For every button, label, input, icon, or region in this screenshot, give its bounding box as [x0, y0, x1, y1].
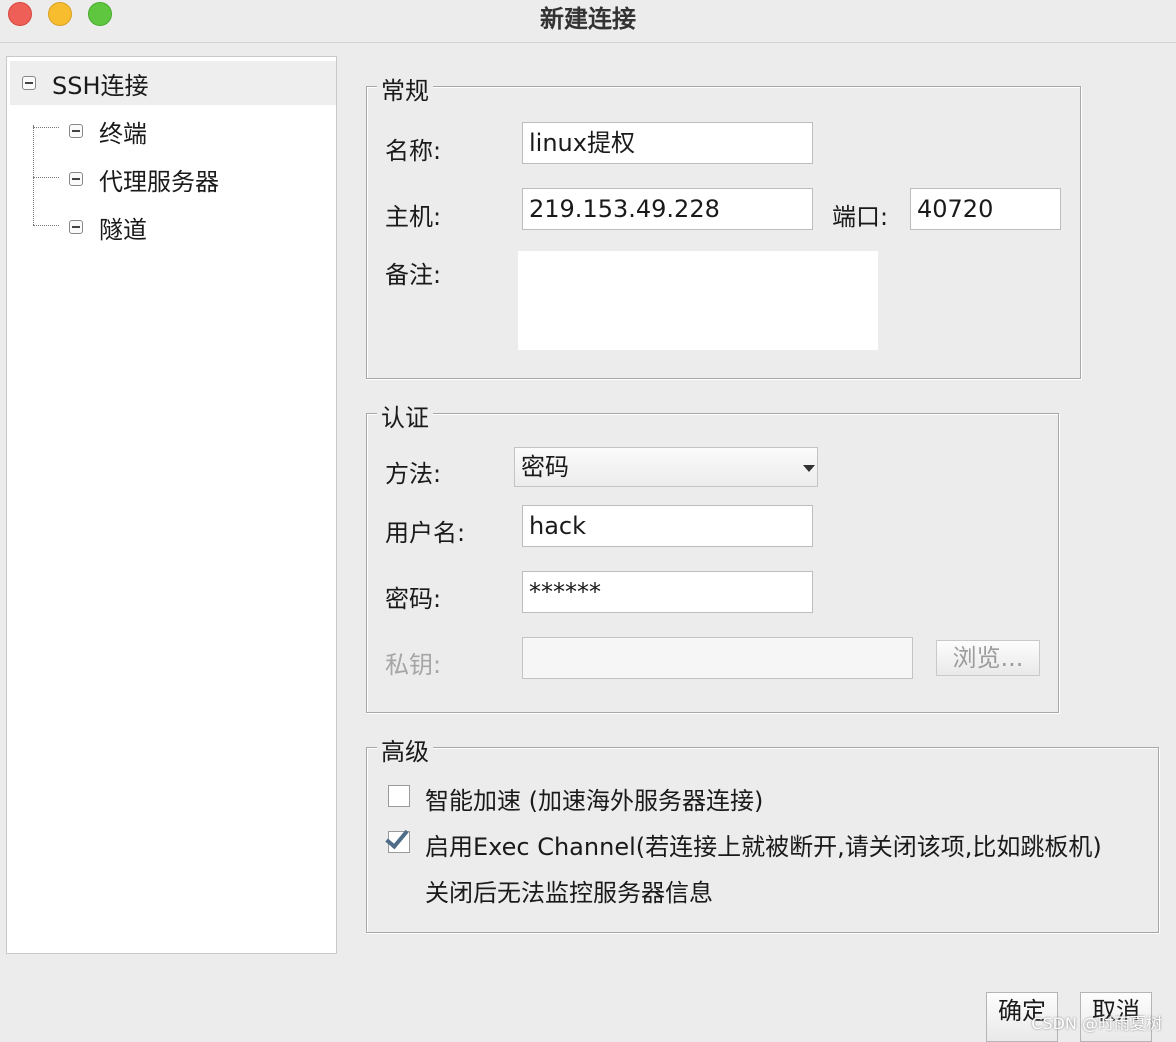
password-field[interactable]: ******: [522, 571, 813, 613]
general-legend: 常规: [377, 71, 433, 106]
name-field[interactable]: linux提权: [522, 122, 813, 164]
auth-legend: 认证: [377, 398, 433, 433]
watermark: CSDN @时雨夏树: [1031, 1014, 1162, 1033]
tree-item-tunnel[interactable]: 隧道: [69, 205, 147, 249]
window-title: 新建连接: [540, 5, 636, 33]
collapse-icon[interactable]: [69, 124, 83, 138]
host-label: 主机:: [385, 203, 442, 231]
private-key-label: 私钥:: [385, 651, 442, 679]
smart-accel-label: 智能加速 (加速海外服务器连接): [425, 787, 764, 815]
method-select-value: 密码: [521, 453, 569, 481]
exec-channel-checkbox[interactable]: [385, 824, 410, 853]
tree-item-label: SSH连接: [52, 71, 149, 100]
exec-channel-note: 关闭后无法监控服务器信息: [425, 879, 713, 907]
private-key-field[interactable]: [522, 637, 913, 679]
tree-item-label: 代理服务器: [99, 167, 219, 196]
tree-connector-line: [33, 125, 34, 225]
notes-field[interactable]: [518, 251, 878, 350]
method-select[interactable]: 密码: [514, 447, 818, 487]
method-label: 方法:: [385, 460, 442, 488]
host-field[interactable]: 219.153.49.228: [522, 188, 813, 230]
username-field[interactable]: hack: [522, 505, 813, 547]
browse-button[interactable]: 浏览...: [936, 640, 1040, 676]
notes-label: 备注:: [385, 261, 442, 289]
checkmark-icon: [385, 824, 409, 850]
collapse-icon[interactable]: [69, 220, 83, 234]
general-group: 常规 名称: linux提权 主机: 219.153.49.228 端口: 40…: [366, 71, 1081, 379]
tree-branch-line: [33, 127, 59, 128]
exec-channel-label: 启用Exec Channel(若连接上就被断开,请关闭该项,比如跳板机): [425, 833, 1102, 861]
port-label: 端口:: [832, 203, 889, 231]
tree-item-terminal[interactable]: 终端: [69, 109, 147, 153]
collapse-icon[interactable]: [69, 172, 83, 186]
tree-item-label: 终端: [99, 119, 147, 148]
tree-item-ssh[interactable]: SSH连接: [10, 61, 336, 105]
title-bar: 新建连接: [0, 0, 1176, 43]
tree-item-proxy[interactable]: 代理服务器: [69, 157, 219, 201]
tree-item-label: 隧道: [99, 215, 147, 244]
collapse-icon[interactable]: [22, 76, 36, 90]
password-label: 密码:: [385, 585, 442, 613]
tree-branch-line: [33, 177, 59, 178]
tree-branch-line: [33, 225, 59, 226]
chevron-down-icon: [803, 465, 815, 472]
advanced-legend: 高级: [377, 732, 433, 767]
port-field[interactable]: 40720: [910, 188, 1061, 230]
advanced-group: 高级 智能加速 (加速海外服务器连接) 启用Exec Channel(若连接上就…: [366, 732, 1159, 933]
settings-tree: SSH连接 终端 代理服务器 隧道: [6, 56, 337, 954]
username-label: 用户名:: [385, 519, 466, 547]
smart-accel-checkbox[interactable]: [388, 785, 410, 807]
name-label: 名称:: [385, 137, 442, 165]
auth-group: 认证 方法: 密码 用户名: hack 密码: ****** 私钥: 浏览...: [366, 398, 1059, 713]
